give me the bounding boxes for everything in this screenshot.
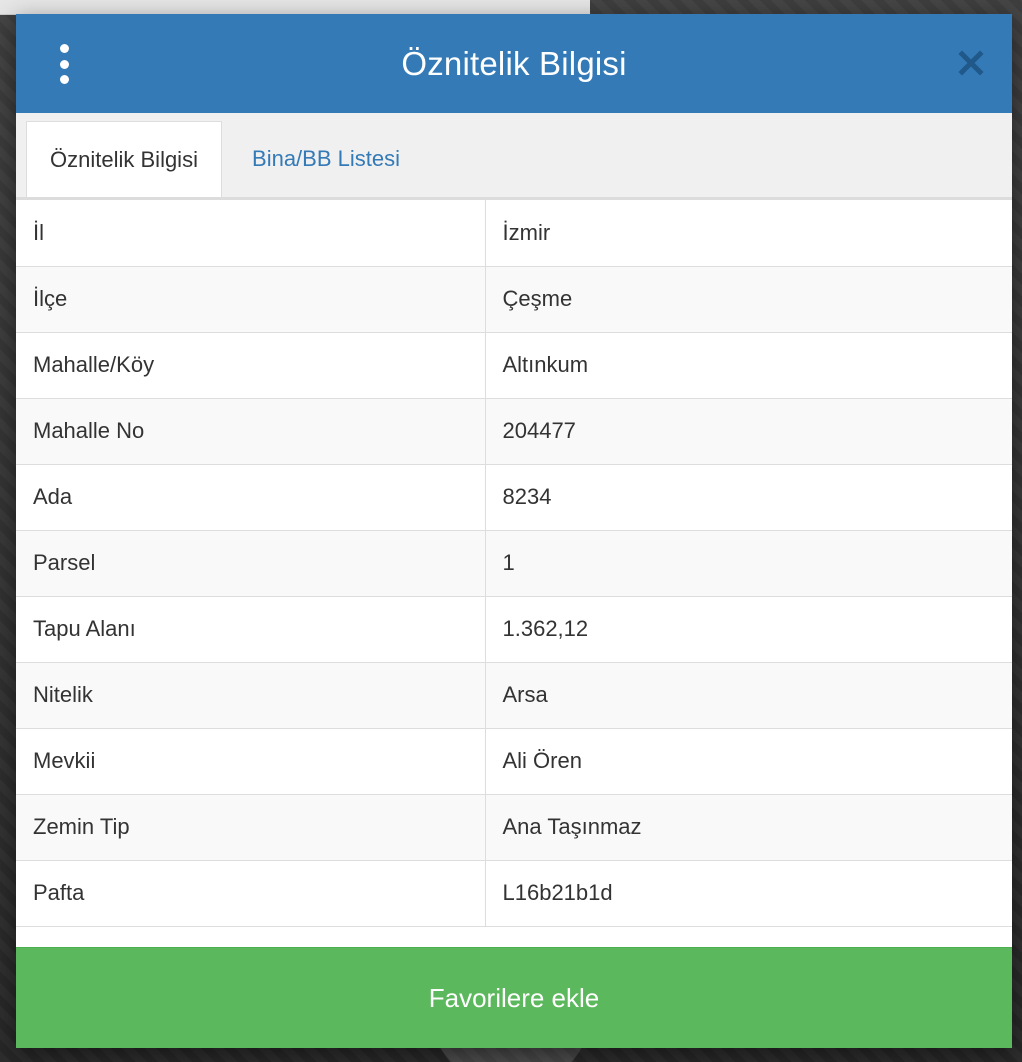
- table-row: Ada 8234: [16, 463, 1012, 531]
- attribute-value: İzmir: [484, 200, 1012, 267]
- attribute-key: Parsel: [16, 529, 486, 597]
- attribute-key: Zemin Tip: [16, 793, 486, 861]
- attribute-key: İlçe: [16, 265, 486, 333]
- attribute-table: İl İzmir İlçe Çeşme Mahalle/Köy Altınkum…: [16, 200, 1012, 927]
- attribute-key: İl: [16, 200, 486, 267]
- attribute-key: Mahalle No: [16, 397, 486, 465]
- attribute-value: 1.362,12: [484, 595, 1012, 663]
- table-row: Mevkii Ali Ören: [16, 727, 1012, 795]
- close-icon[interactable]: [956, 48, 986, 78]
- table-row: Mahalle/Köy Altınkum: [16, 331, 1012, 399]
- attribute-value: Ali Ören: [484, 727, 1012, 795]
- add-to-favorites-button[interactable]: Favorilere ekle: [16, 947, 1012, 1048]
- attribute-value: Altınkum: [484, 331, 1012, 399]
- attribute-key: Nitelik: [16, 661, 486, 729]
- attribute-table-container: İl İzmir İlçe Çeşme Mahalle/Köy Altınkum…: [16, 200, 1012, 947]
- table-row: Mahalle No 204477: [16, 397, 1012, 465]
- attribute-key: Mahalle/Köy: [16, 331, 486, 399]
- table-row: Tapu Alanı 1.362,12: [16, 595, 1012, 663]
- attribute-key: Ada: [16, 463, 486, 531]
- attribute-value: 204477: [484, 397, 1012, 465]
- attribute-key: Pafta: [16, 859, 486, 927]
- table-row: Zemin Tip Ana Taşınmaz: [16, 793, 1012, 861]
- attribute-value: Ana Taşınmaz: [484, 793, 1012, 861]
- table-row: Parsel 1: [16, 529, 1012, 597]
- tab-attribute-info[interactable]: Öznitelik Bilgisi: [26, 121, 222, 197]
- tab-building-list[interactable]: Bina/BB Listesi: [236, 121, 416, 197]
- dialog-title: Öznitelik Bilgisi: [401, 44, 627, 82]
- attribute-info-dialog: Öznitelik Bilgisi Öznitelik Bilgisi Bina…: [16, 14, 1012, 1048]
- vertical-dots-icon[interactable]: [48, 44, 80, 84]
- attribute-value: 1: [484, 529, 1012, 597]
- dialog-header: Öznitelik Bilgisi: [16, 14, 1012, 113]
- table-row: Nitelik Arsa: [16, 661, 1012, 729]
- attribute-value: L16b21b1d: [484, 859, 1012, 927]
- attribute-value: Arsa: [484, 661, 1012, 729]
- attribute-key: Mevkii: [16, 727, 486, 795]
- table-row: İlçe Çeşme: [16, 265, 1012, 333]
- attribute-key: Tapu Alanı: [16, 595, 486, 663]
- tab-bar: Öznitelik Bilgisi Bina/BB Listesi: [16, 113, 1012, 200]
- table-row: Pafta L16b21b1d: [16, 859, 1012, 927]
- map-toolbar-strip: [0, 0, 590, 15]
- attribute-value: 8234: [484, 463, 1012, 531]
- attribute-value: Çeşme: [484, 265, 1012, 333]
- table-row: İl İzmir: [16, 200, 1012, 267]
